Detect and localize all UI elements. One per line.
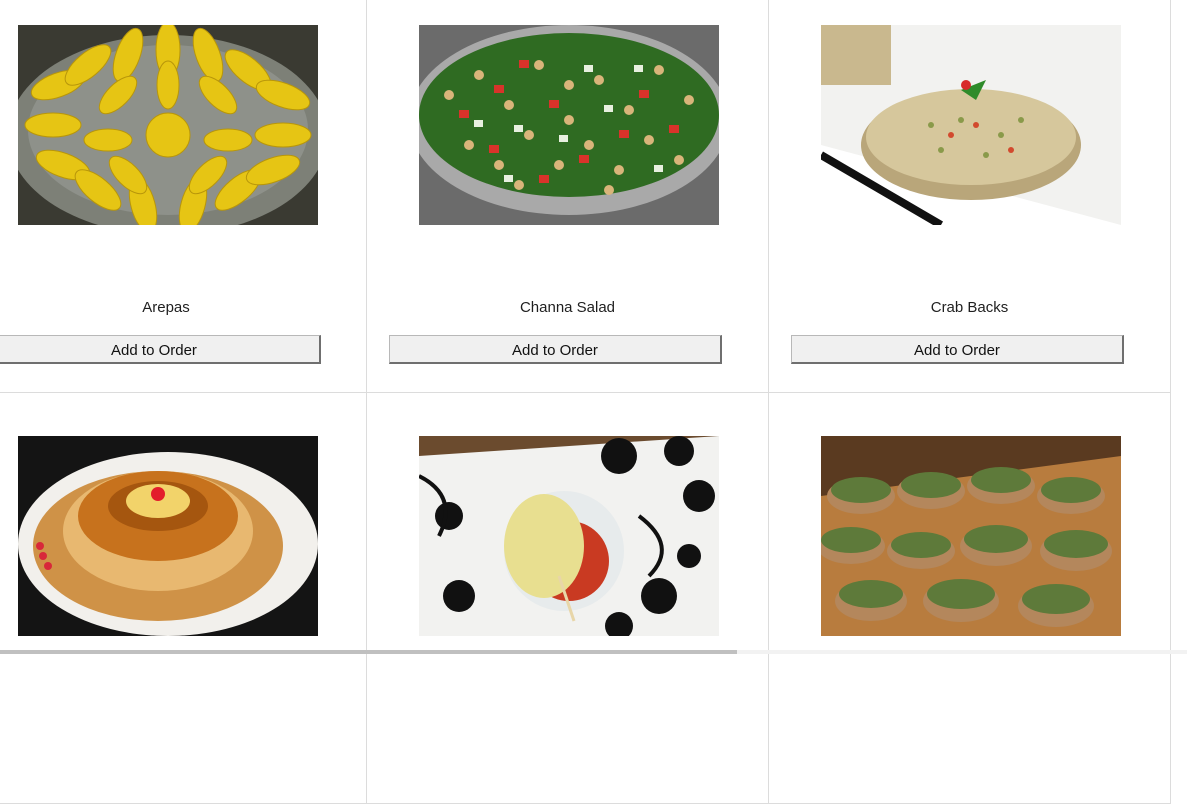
menu-item-name: Channa Salad bbox=[367, 299, 768, 316]
menu-grid: Arepas Add to Order bbox=[0, 0, 1187, 804]
add-to-order-button[interactable]: Add to Order bbox=[0, 335, 321, 364]
menu-card-flan bbox=[0, 393, 367, 804]
menu-item-name: Arepas bbox=[0, 299, 366, 316]
menu-card-mushrooms bbox=[769, 393, 1171, 804]
flan-image bbox=[18, 436, 318, 636]
add-to-order-button[interactable]: Add to Order bbox=[389, 335, 722, 364]
menu-item-name: Crab Backs bbox=[769, 299, 1170, 316]
horizontal-scrollbar[interactable] bbox=[0, 650, 1187, 654]
menu-card-crab-backs: Crab Backs Add to Order bbox=[769, 0, 1171, 393]
channa-salad-image bbox=[419, 25, 719, 225]
pastry-cup-image bbox=[419, 436, 719, 636]
scrollbar-thumb[interactable] bbox=[0, 650, 737, 654]
stuffed-mushrooms-image bbox=[821, 436, 1121, 636]
menu-card-pastry bbox=[367, 393, 769, 804]
arepas-image bbox=[18, 25, 318, 225]
add-to-order-button[interactable]: Add to Order bbox=[791, 335, 1124, 364]
menu-card-channa-salad: Channa Salad Add to Order bbox=[367, 0, 769, 393]
menu-card-arepas: Arepas Add to Order bbox=[0, 0, 367, 393]
crab-backs-image bbox=[821, 25, 1121, 225]
